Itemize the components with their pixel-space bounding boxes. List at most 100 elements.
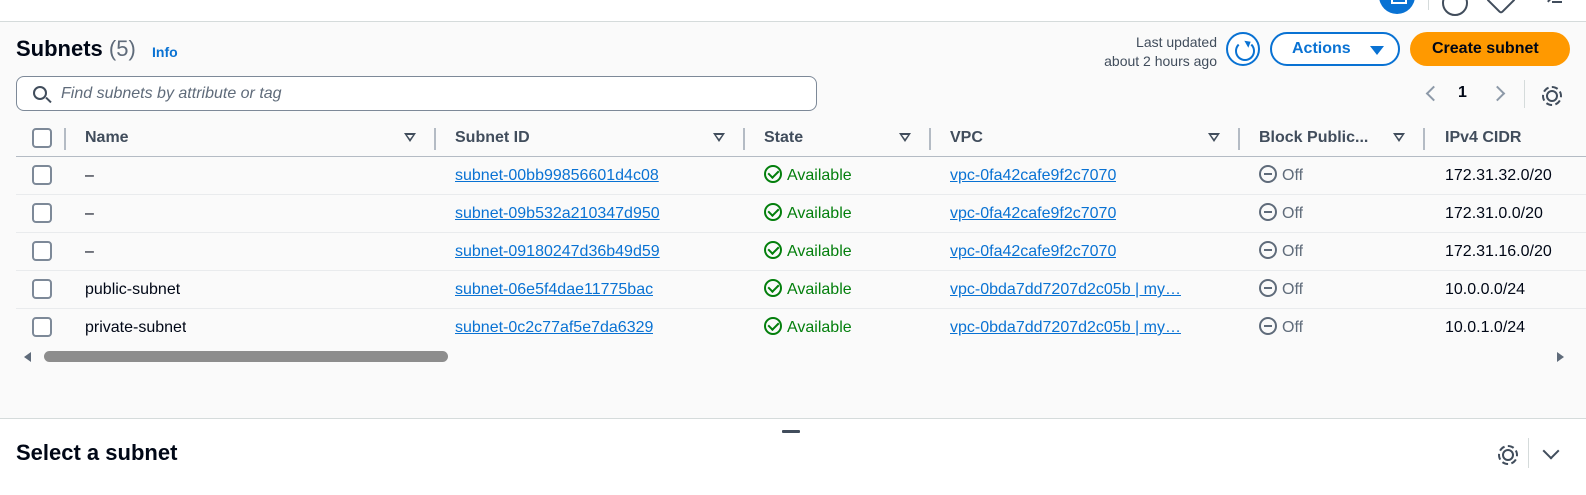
help-icon[interactable] bbox=[1485, 0, 1517, 15]
cell-name: – bbox=[85, 243, 94, 260]
column-divider[interactable] bbox=[1238, 128, 1240, 150]
sort-icon[interactable] bbox=[1208, 133, 1220, 142]
cell-name: – bbox=[85, 167, 94, 184]
block-public-text: Off bbox=[1282, 205, 1304, 222]
search-field[interactable] bbox=[16, 76, 817, 111]
cell-state: Available bbox=[764, 233, 852, 270]
chevron-left-icon[interactable] bbox=[1424, 84, 1438, 104]
refresh-button[interactable] bbox=[1226, 32, 1260, 66]
column-header-state[interactable]: State bbox=[764, 119, 803, 157]
state-text: Available bbox=[787, 281, 852, 298]
subnet-id-link[interactable]: subnet-0c2c77af5e7da6329 bbox=[455, 319, 653, 336]
table-row[interactable]: – subnet-00bb99856601d4c08 Available vpc… bbox=[16, 157, 1586, 195]
column-divider[interactable] bbox=[434, 128, 436, 150]
split-panel-title: Select a subnet bbox=[16, 440, 178, 465]
split-panel-separator bbox=[1528, 438, 1529, 468]
block-public-text: Off bbox=[1282, 281, 1304, 298]
sort-icon[interactable] bbox=[1393, 133, 1405, 142]
subnet-id-link[interactable]: subnet-06e5f4dae11775bac bbox=[455, 281, 653, 298]
cell-name: public-subnet bbox=[85, 281, 181, 298]
pagination-divider bbox=[1524, 80, 1525, 108]
search-input[interactable] bbox=[61, 77, 801, 110]
page-title-text: Subnets bbox=[16, 36, 103, 61]
state-text: Available bbox=[787, 167, 852, 184]
cloudshell-icon[interactable] bbox=[1379, 0, 1415, 14]
column-divider[interactable] bbox=[743, 128, 745, 150]
top-nav-divider bbox=[1428, 0, 1429, 10]
last-updated-label: Last updated bbox=[1136, 34, 1217, 50]
block-public-text: Off bbox=[1282, 167, 1304, 184]
scroll-left-icon[interactable] bbox=[24, 352, 31, 362]
actions-button[interactable]: Actions bbox=[1270, 32, 1400, 66]
last-updated: Last updated about 2 hours ago bbox=[1060, 33, 1217, 71]
cell-block-public: Off bbox=[1259, 195, 1303, 232]
info-link[interactable]: Info bbox=[152, 44, 178, 60]
cell-block-public: Off bbox=[1259, 157, 1303, 194]
row-checkbox[interactable] bbox=[32, 317, 52, 337]
row-checkbox[interactable] bbox=[32, 279, 52, 299]
notifications-icon[interactable] bbox=[1442, 0, 1468, 16]
vpc-link[interactable]: vpc-0bda7dd7207d2c05b | my… bbox=[950, 281, 1181, 298]
subnet-id-link[interactable]: subnet-00bb99856601d4c08 bbox=[455, 167, 659, 184]
sort-icon[interactable] bbox=[899, 133, 911, 142]
chevron-down-icon[interactable] bbox=[1542, 444, 1560, 460]
block-public-text: Off bbox=[1282, 319, 1304, 336]
sort-icon[interactable] bbox=[404, 133, 416, 142]
cell-name: – bbox=[85, 205, 94, 222]
settings-icon[interactable] bbox=[1540, 0, 1562, 6]
subnet-id-link[interactable]: subnet-09b532a210347d950 bbox=[455, 205, 660, 222]
row-checkbox[interactable] bbox=[32, 165, 52, 185]
column-header-name[interactable]: Name bbox=[85, 119, 129, 157]
split-panel-divider bbox=[0, 418, 1586, 419]
column-header-subnet-id[interactable]: Subnet ID bbox=[455, 119, 530, 157]
horizontal-scrollbar[interactable] bbox=[24, 350, 1564, 364]
gear-icon[interactable] bbox=[1496, 443, 1518, 465]
block-public-text: Off bbox=[1282, 243, 1304, 260]
table-row[interactable]: private-subnet subnet-0c2c77af5e7da6329 … bbox=[16, 309, 1586, 347]
cell-block-public: Off bbox=[1259, 233, 1303, 270]
cell-ipv4-cidr: 10.0.0.0/24 bbox=[1445, 281, 1526, 298]
gear-icon[interactable] bbox=[1540, 84, 1562, 106]
check-circle-icon bbox=[764, 317, 782, 335]
vpc-link[interactable]: vpc-0fa42cafe9f2c7070 bbox=[950, 205, 1116, 222]
table-row[interactable]: – subnet-09180247d36b49d59 Available vpc… bbox=[16, 233, 1586, 271]
current-page[interactable]: 1 bbox=[1458, 84, 1467, 102]
cell-block-public: Off bbox=[1259, 309, 1303, 346]
check-circle-icon bbox=[764, 203, 782, 221]
column-divider[interactable] bbox=[1423, 128, 1425, 150]
create-subnet-button[interactable]: Create subnet bbox=[1410, 32, 1570, 66]
column-header-vpc[interactable]: VPC bbox=[950, 119, 983, 157]
select-all-checkbox[interactable] bbox=[32, 128, 52, 148]
minus-circle-icon bbox=[1259, 203, 1277, 221]
column-header-block-public[interactable]: Block Public... bbox=[1259, 119, 1368, 157]
vpc-link[interactable]: vpc-0fa42cafe9f2c7070 bbox=[950, 167, 1116, 184]
scroll-right-icon[interactable] bbox=[1557, 352, 1564, 362]
vpc-link[interactable]: vpc-0fa42cafe9f2c7070 bbox=[950, 243, 1116, 260]
column-divider[interactable] bbox=[929, 128, 931, 150]
cell-state: Available bbox=[764, 309, 852, 346]
minus-circle-icon bbox=[1259, 241, 1277, 259]
search-icon bbox=[33, 86, 47, 100]
column-header-ipv4-cidr[interactable]: IPv4 CIDR bbox=[1445, 119, 1521, 157]
row-checkbox[interactable] bbox=[32, 241, 52, 261]
chevron-right-icon[interactable] bbox=[1492, 84, 1506, 104]
cell-block-public: Off bbox=[1259, 271, 1303, 308]
scrollbar-thumb[interactable] bbox=[44, 351, 448, 362]
table-row[interactable]: public-subnet subnet-06e5f4dae11775bac A… bbox=[16, 271, 1586, 309]
table-row[interactable]: – subnet-09b532a210347d950 Available vpc… bbox=[16, 195, 1586, 233]
subnets-table: Name Subnet ID State VPC Block Public...… bbox=[16, 119, 1586, 347]
top-navigation-strip bbox=[0, 0, 1586, 22]
state-text: Available bbox=[787, 319, 852, 336]
subnet-id-link[interactable]: subnet-09180247d36b49d59 bbox=[455, 243, 660, 260]
minus-circle-icon bbox=[1259, 165, 1277, 183]
table-header: Name Subnet ID State VPC Block Public...… bbox=[16, 119, 1586, 157]
row-checkbox[interactable] bbox=[32, 203, 52, 223]
cell-ipv4-cidr: 172.31.32.0/20 bbox=[1445, 167, 1552, 184]
page-title: Subnets (5) bbox=[16, 36, 136, 62]
vpc-link[interactable]: vpc-0bda7dd7207d2c05b | my… bbox=[950, 319, 1181, 336]
cell-ipv4-cidr: 172.31.16.0/20 bbox=[1445, 243, 1552, 260]
subnet-count: (5) bbox=[108, 36, 136, 61]
state-text: Available bbox=[787, 243, 852, 260]
resize-handle-icon[interactable] bbox=[782, 430, 800, 433]
sort-icon[interactable] bbox=[713, 133, 725, 142]
